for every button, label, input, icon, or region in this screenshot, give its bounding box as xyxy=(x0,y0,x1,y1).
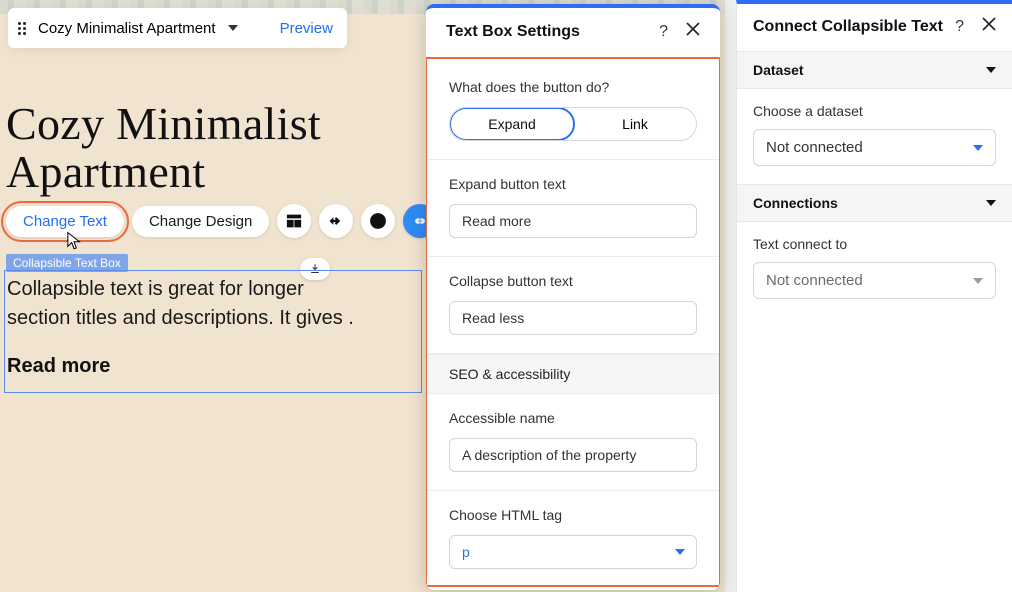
help-icon[interactable]: ? xyxy=(955,18,964,36)
connect-panel: Connect Collapsible Text ? Dataset Choos… xyxy=(736,0,1012,592)
connections-header-label: Connections xyxy=(753,195,838,211)
element-toolbar: Change Text Change Design ? xyxy=(6,204,437,238)
html-tag-label: Choose HTML tag xyxy=(449,507,697,523)
collapsible-body-l1: Collapsible text is great for longer xyxy=(7,275,419,304)
page-heading[interactable]: Cozy Minimalist Apartment xyxy=(6,100,321,197)
chevron-down-icon xyxy=(973,278,983,284)
preview-link[interactable]: Preview xyxy=(280,20,333,37)
html-tag-value[interactable] xyxy=(449,535,697,569)
accessible-name-label: Accessible name xyxy=(449,410,697,426)
seo-header: SEO & accessibility xyxy=(427,354,719,394)
chevron-down-icon xyxy=(986,200,996,206)
choose-dataset-label: Choose a dataset xyxy=(753,103,996,119)
accessible-name-input[interactable] xyxy=(449,438,697,472)
seg-expand[interactable]: Expand xyxy=(449,107,575,141)
close-icon[interactable] xyxy=(686,22,700,41)
animation-icon[interactable] xyxy=(319,204,353,238)
heading-line-1: Cozy Minimalist xyxy=(6,100,321,148)
collapsible-text-box[interactable]: Collapsible text is great for longer sec… xyxy=(4,270,422,393)
read-more-button[interactable]: Read more xyxy=(7,355,419,378)
text-connect-select[interactable]: Not connected xyxy=(753,262,996,299)
chevron-down-icon[interactable] xyxy=(228,25,238,31)
text-box-settings-panel: Text Box Settings ? What does the button… xyxy=(426,4,720,590)
change-design-button[interactable]: Change Design xyxy=(132,206,269,237)
drag-handle-icon[interactable] xyxy=(18,22,26,35)
layout-icon[interactable] xyxy=(277,204,311,238)
connect-title: Connect Collapsible Text xyxy=(753,18,943,36)
dataset-select[interactable]: Not connected xyxy=(753,129,996,166)
text-connect-value: Not connected xyxy=(766,272,863,289)
expand-text-input[interactable] xyxy=(449,204,697,238)
seg-link[interactable]: Link xyxy=(574,108,696,140)
connections-section-header[interactable]: Connections xyxy=(737,184,1012,222)
heading-line-2: Apartment xyxy=(6,148,321,196)
svg-text:?: ? xyxy=(375,216,381,228)
change-text-button[interactable]: Change Text xyxy=(6,206,124,237)
behavior-segmented[interactable]: Expand Link xyxy=(449,107,697,141)
expand-text-label: Expand button text xyxy=(449,176,697,192)
dataset-value: Not connected xyxy=(766,139,863,156)
collapse-text-label: Collapse button text xyxy=(449,273,697,289)
help-icon[interactable]: ? xyxy=(659,23,668,41)
page-name[interactable]: Cozy Minimalist Apartment xyxy=(38,20,216,37)
text-connect-label: Text connect to xyxy=(753,236,996,252)
button-behavior-label: What does the button do? xyxy=(449,79,697,95)
page-topbar: Cozy Minimalist Apartment Preview xyxy=(8,8,347,48)
html-tag-select[interactable] xyxy=(449,535,697,569)
settings-title: Text Box Settings xyxy=(446,23,580,41)
help-icon[interactable]: ? xyxy=(361,204,395,238)
chevron-down-icon xyxy=(675,549,685,555)
close-icon[interactable] xyxy=(982,17,996,36)
dataset-section-header[interactable]: Dataset xyxy=(737,51,1012,89)
collapse-text-input[interactable] xyxy=(449,301,697,335)
dataset-header-label: Dataset xyxy=(753,62,804,78)
collapsible-body-l2: section titles and descriptions. It give… xyxy=(7,304,419,333)
chevron-down-icon xyxy=(973,145,983,151)
chevron-down-icon xyxy=(986,67,996,73)
